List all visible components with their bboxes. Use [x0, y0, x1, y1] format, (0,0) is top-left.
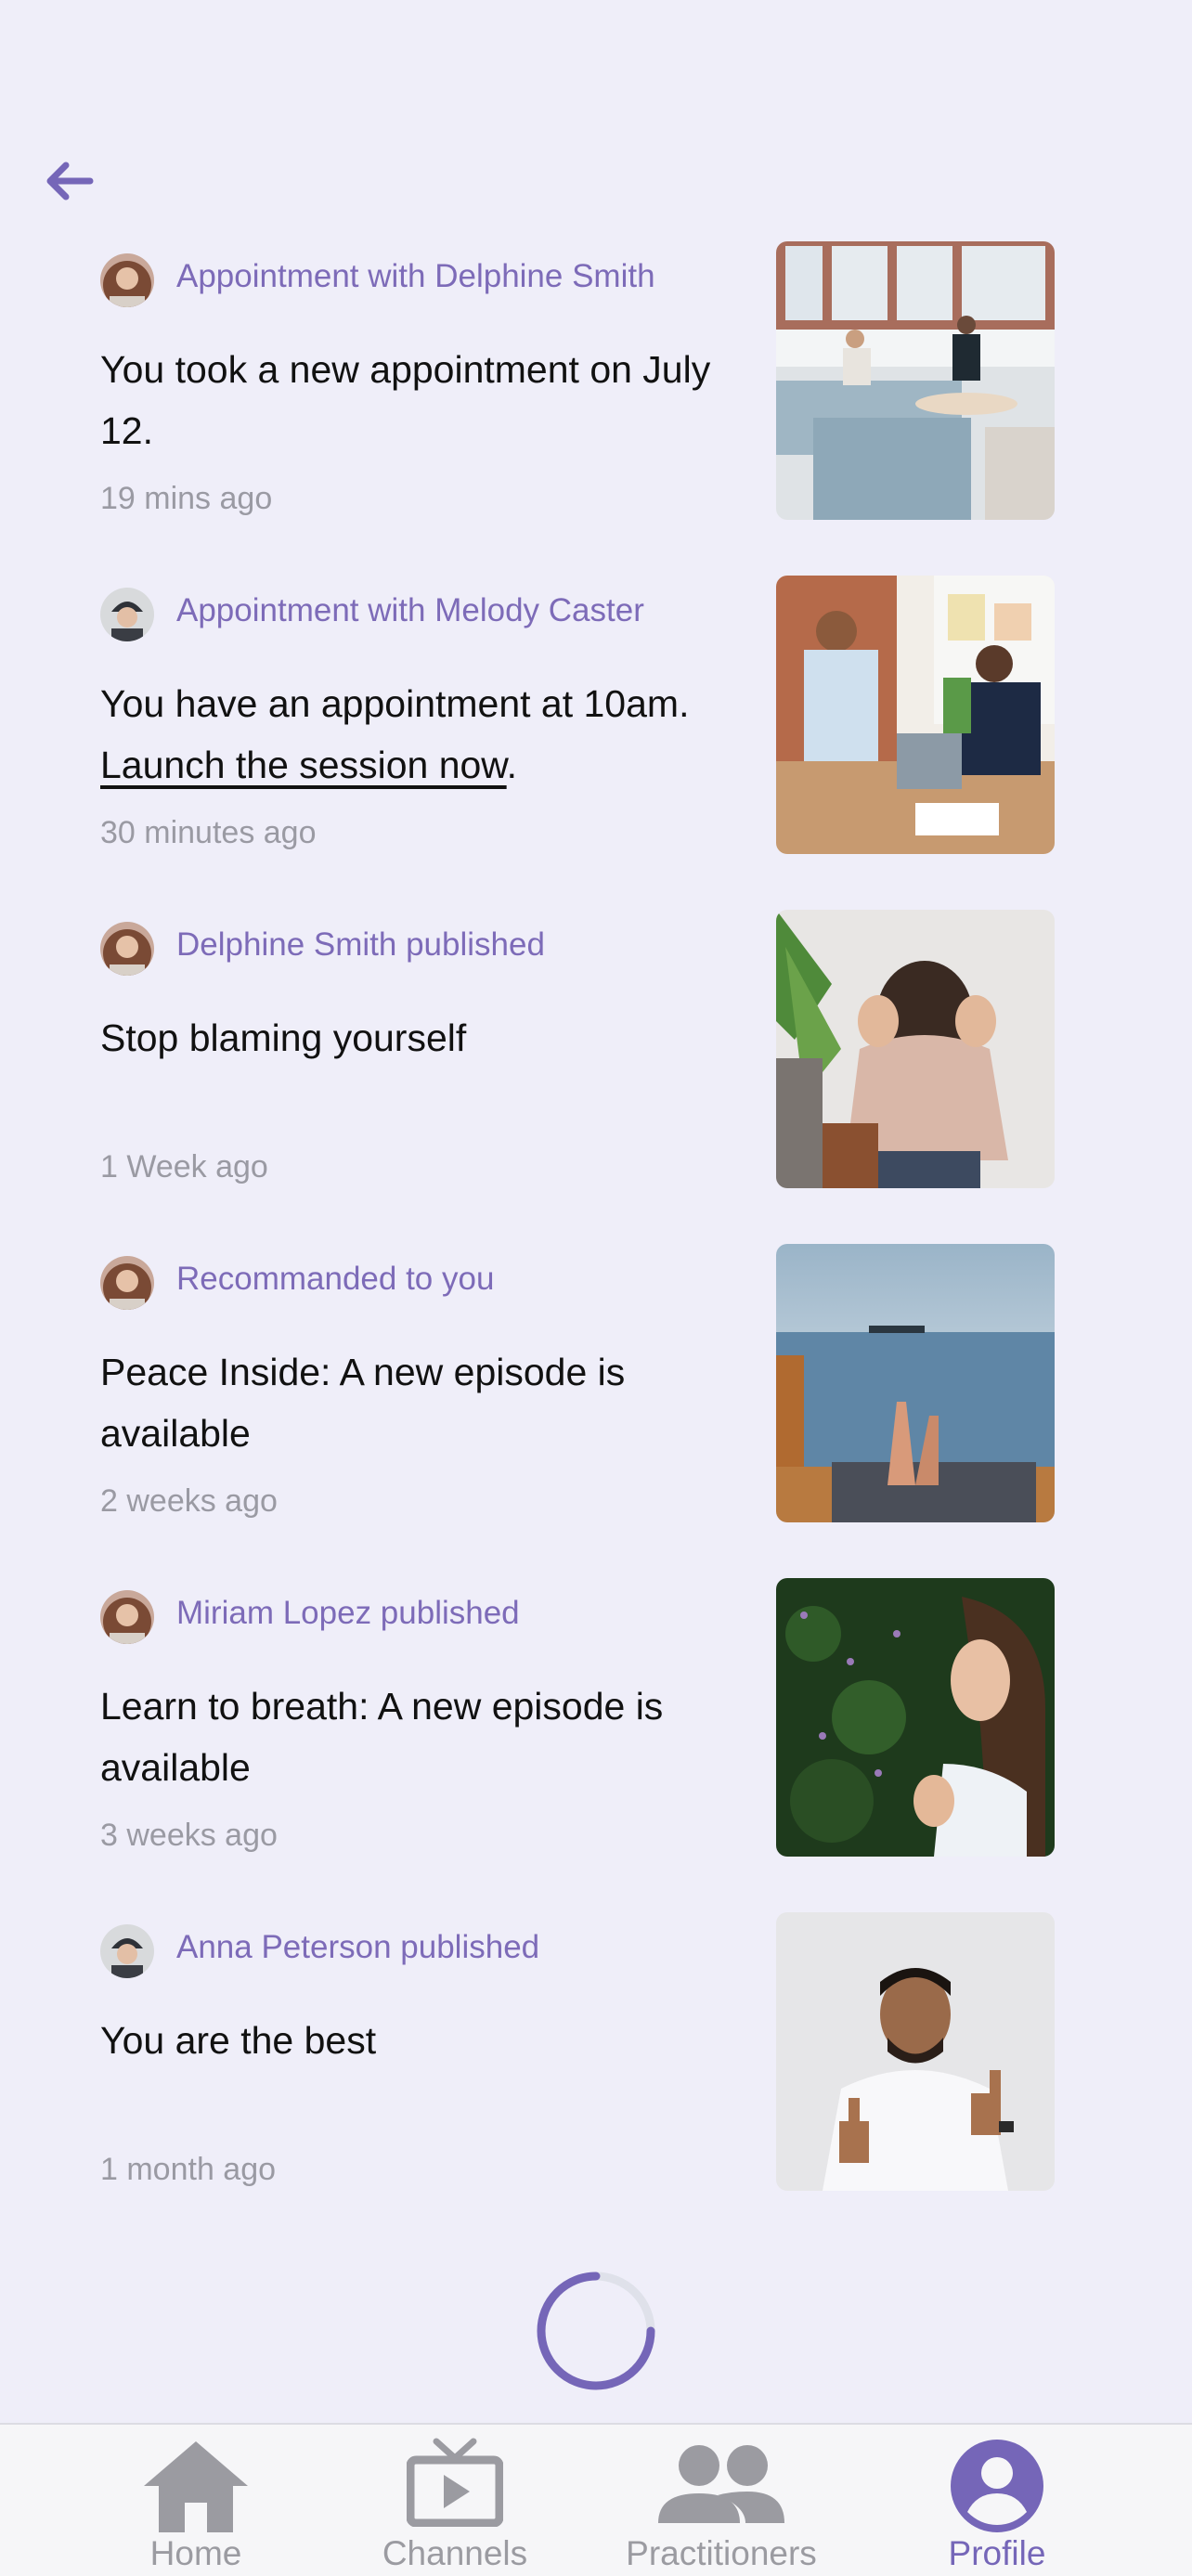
- man-thumbs-up-photo[interactable]: [776, 1912, 1055, 2191]
- notification-time: 2 weeks ago: [100, 1483, 278, 1519]
- notification-text: Peace Inside: A new episode is available: [100, 1351, 626, 1455]
- woman-breathing-photo[interactable]: [776, 1578, 1055, 1857]
- back-button[interactable]: [35, 153, 102, 213]
- notification-text: You have an appointment at 10am. Launch t…: [100, 682, 690, 786]
- notification-headline: Miriam Lopez published: [176, 1595, 520, 1631]
- loading-spinner: [534, 2269, 658, 2393]
- notification-item[interactable]: Anna Peterson published You are the best…: [0, 1912, 1192, 2191]
- notification-item[interactable]: Delphine Smith published Stop blaming yo…: [0, 910, 1192, 1188]
- people-icon: [656, 2438, 786, 2531]
- tab-channels[interactable]: Channels: [334, 2425, 576, 2576]
- notification-item[interactable]: Miriam Lopez published Learn to breath: …: [0, 1578, 1192, 1857]
- woman-avatar: [100, 1256, 154, 1310]
- stressed-woman-photo[interactable]: [776, 910, 1055, 1188]
- notification-time: 1 Week ago: [100, 1149, 268, 1184]
- tab-home[interactable]: Home: [75, 2425, 317, 2576]
- arrow-left-icon: [44, 161, 94, 206]
- notification-headline: Appointment with Melody Caster: [176, 592, 644, 628]
- office-lounge-photo[interactable]: [776, 241, 1055, 520]
- notification-time: 1 month ago: [100, 2152, 277, 2187]
- tab-label: Home: [149, 2534, 242, 2572]
- notification-time: 30 minutes ago: [100, 815, 317, 850]
- notification-text: You are the best: [100, 2019, 377, 2062]
- notification-headline: Appointment with Delphine Smith: [176, 258, 655, 294]
- profile-icon: [949, 2438, 1045, 2539]
- woman-avatar: [100, 253, 154, 307]
- tab-label: Practitioners: [626, 2534, 817, 2572]
- high-five-meeting-photo[interactable]: [776, 576, 1055, 854]
- sea-view-photo[interactable]: [776, 1244, 1055, 1522]
- woman-beanie-avatar: [100, 1924, 154, 1978]
- tv-icon: [406, 2438, 504, 2531]
- tab-profile[interactable]: Profile: [876, 2425, 1118, 2576]
- notification-headline: Recommanded to you: [176, 1261, 495, 1297]
- tab-label: Channels: [382, 2534, 528, 2572]
- woman-beanie-avatar: [100, 588, 154, 641]
- notification-item[interactable]: Appointment with Melody Caster You have …: [0, 576, 1192, 854]
- notification-time: 19 mins ago: [100, 481, 273, 516]
- woman-avatar: [100, 1590, 154, 1644]
- notification-text: You took a new appointment on July 12.: [100, 348, 711, 452]
- tab-label: Profile: [948, 2534, 1046, 2572]
- launch-session-link[interactable]: Launch the session now: [100, 744, 507, 786]
- home-icon: [140, 2438, 252, 2539]
- notification-item[interactable]: Appointment with Delphine Smith You took…: [0, 241, 1192, 520]
- notification-headline: Delphine Smith published: [176, 926, 545, 963]
- bottom-tab-bar: Home Channels Practitioners Profile: [0, 2423, 1192, 2576]
- notification-text: Learn to breath: A new episode is availa…: [100, 1685, 664, 1789]
- notification-text: Stop blaming yourself: [100, 1016, 467, 1059]
- woman-avatar: [100, 922, 154, 976]
- notification-item[interactable]: Recommanded to you Peace Inside: A new e…: [0, 1244, 1192, 1522]
- notification-headline: Anna Peterson published: [176, 1929, 540, 1965]
- tab-practitioners[interactable]: Practitioners: [601, 2425, 842, 2576]
- notification-time: 3 weeks ago: [100, 1818, 278, 1853]
